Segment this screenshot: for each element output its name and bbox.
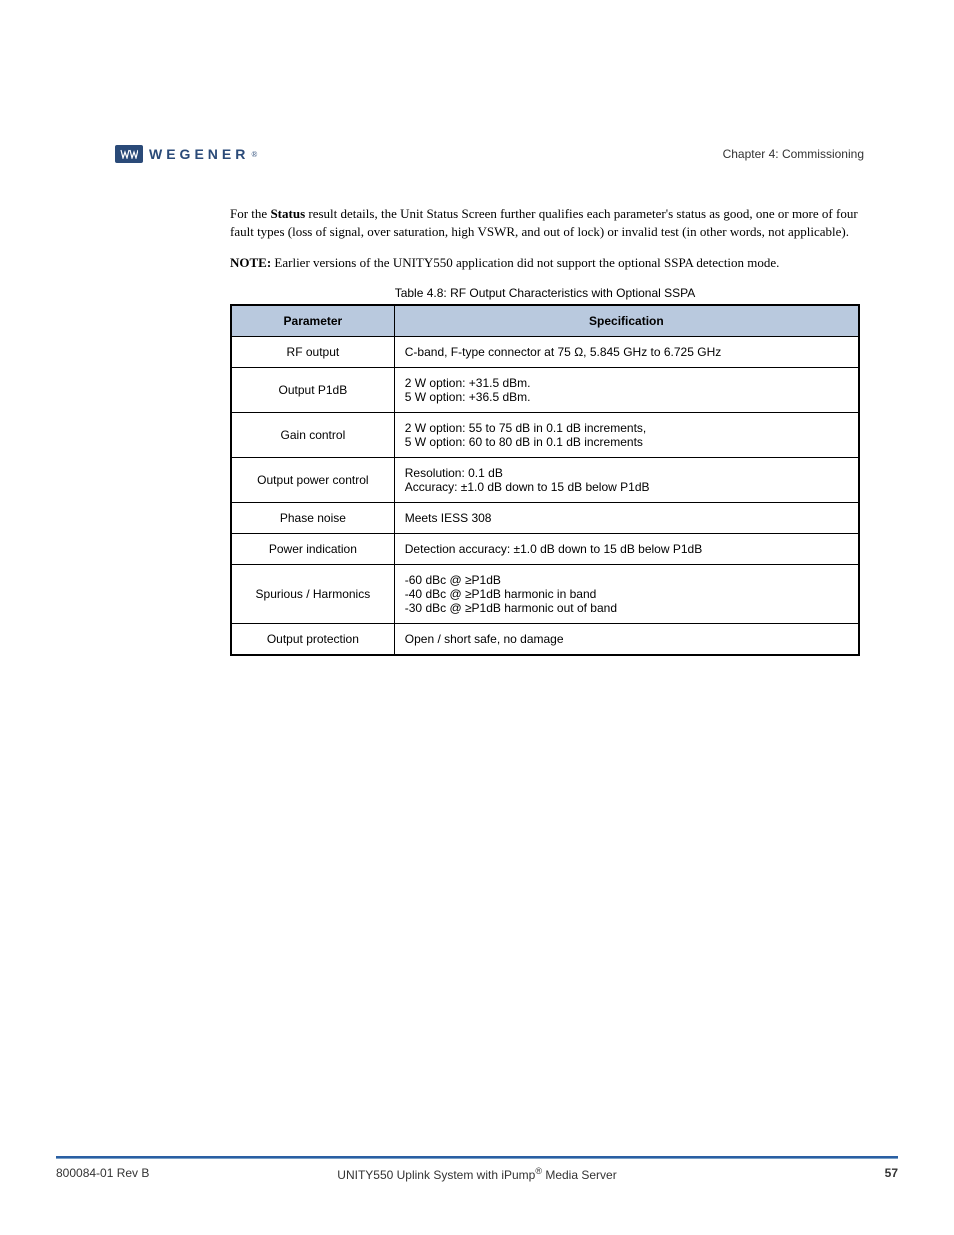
paragraph-note: NOTE: Earlier versions of the UNITY550 a… [230,254,860,272]
table-row: Power indication Detection accuracy: ±1.… [231,533,859,564]
para1-status-word: Status [270,206,305,221]
note-label: NOTE: [230,255,274,270]
table-row: Phase noise Meets IESS 308 [231,502,859,533]
table-row: Output power control Resolution: 0.1 dB … [231,457,859,502]
cell-spec-line: Resolution: 0.1 dB [405,466,503,480]
logo-mark-icon [115,145,143,163]
footer-title-prefix: UNITY550 Uplink System with iPump [337,1168,535,1182]
cell-param: Output P1dB [231,367,394,412]
brand-logo: WEGENER ® [115,145,257,163]
cell-param: RF output [231,336,394,367]
cell-param: Output protection [231,623,394,655]
table-row: Gain control 2 W option: 55 to 75 dB in … [231,412,859,457]
table-header-specification: Specification [394,305,859,337]
cell-spec-line: -40 dBc @ ≥P1dB harmonic in band [405,587,597,601]
cell-spec: 2 W option: 55 to 75 dB in 0.1 dB increm… [394,412,859,457]
page-header: WEGENER ® Chapter 4: Commissioning [115,145,864,163]
cell-spec-line: Accuracy: ±1.0 dB down to 15 dB below P1… [405,480,650,494]
cell-param: Phase noise [231,502,394,533]
note-rest: Earlier versions of the UNITY550 applica… [274,255,779,270]
cell-spec: 2 W option: +31.5 dBm. 5 W option: +36.5… [394,367,859,412]
paragraph-status: For the Status result details, the Unit … [230,205,860,240]
page-body: For the Status result details, the Unit … [230,205,860,656]
cell-spec: Detection accuracy: ±1.0 dB down to 15 d… [394,533,859,564]
chapter-reference: Chapter 4: Commissioning [723,147,864,161]
table-header-parameter: Parameter [231,305,394,337]
brand-name: WEGENER [149,146,249,162]
para1-prefix: For the [230,206,270,221]
table-caption: Table 4.8: RF Output Characteristics wit… [230,286,860,300]
cell-spec-line: 2 W option: +31.5 dBm. [405,376,531,390]
footer-title: UNITY550 Uplink System with iPump® Media… [56,1166,898,1182]
cell-spec: Open / short safe, no damage [394,623,859,655]
cell-spec: Resolution: 0.1 dB Accuracy: ±1.0 dB dow… [394,457,859,502]
spec-table: Parameter Specification RF output C-band… [230,304,860,656]
footer-revision: 800084-01 Rev B [56,1166,149,1180]
table-row: Output protection Open / short safe, no … [231,623,859,655]
cell-spec-line: -30 dBc @ ≥P1dB harmonic out of band [405,601,617,615]
cell-param: Power indication [231,533,394,564]
cell-spec-line: 2 W option: 55 to 75 dB in 0.1 dB increm… [405,421,646,435]
cell-spec-line: 5 W option: +36.5 dBm. [405,390,531,404]
cell-spec: Meets IESS 308 [394,502,859,533]
para1-rest: result details, the Unit Status Screen f… [230,206,858,239]
page-footer: 800084-01 Rev B UNITY550 Uplink System w… [56,1166,898,1180]
footer-page-number: 57 [885,1166,898,1180]
footer-title-suffix: Media Server [542,1168,617,1182]
registered-icon: ® [251,150,257,159]
cell-param: Output power control [231,457,394,502]
table-row: Spurious / Harmonics -60 dBc @ ≥P1dB -40… [231,564,859,623]
footer-rule [56,1156,898,1159]
cell-spec-line: -60 dBc @ ≥P1dB [405,573,501,587]
cell-param: Spurious / Harmonics [231,564,394,623]
cell-spec-line: 5 W option: 60 to 80 dB in 0.1 dB increm… [405,435,643,449]
cell-spec: -60 dBc @ ≥P1dB -40 dBc @ ≥P1dB harmonic… [394,564,859,623]
cell-param: Gain control [231,412,394,457]
table-row: RF output C-band, F-type connector at 75… [231,336,859,367]
cell-spec: C-band, F-type connector at 75 Ω, 5.845 … [394,336,859,367]
table-header-row: Parameter Specification [231,305,859,337]
registered-icon: ® [535,1166,542,1176]
table-row: Output P1dB 2 W option: +31.5 dBm. 5 W o… [231,367,859,412]
